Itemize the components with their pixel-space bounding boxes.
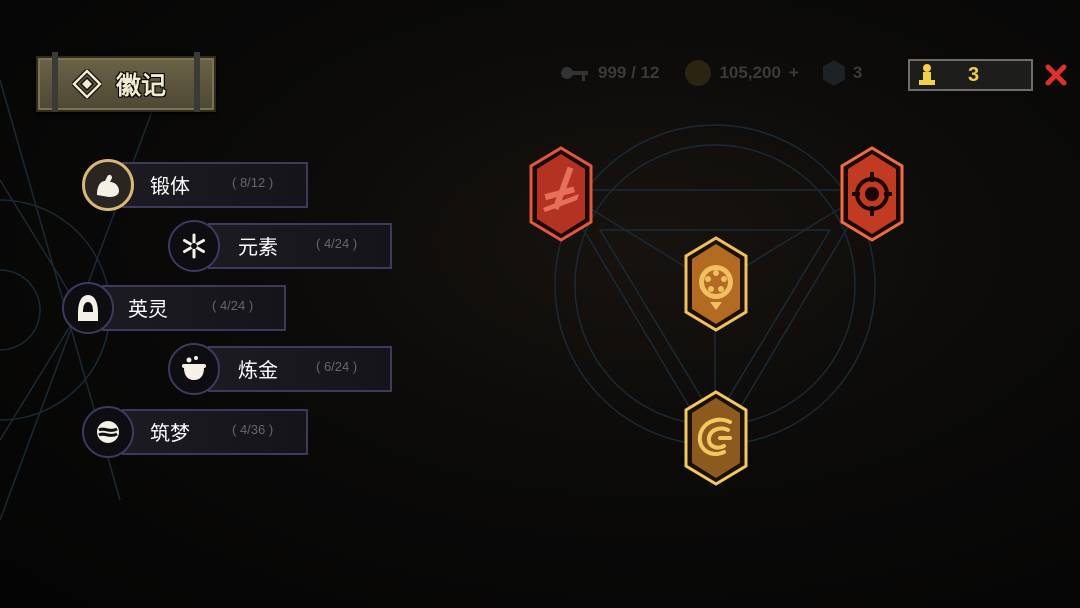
hooded-figure-icon: [78, 295, 98, 321]
category-item-alchemy[interactable]: 炼金 ( 6/24 ): [168, 343, 392, 395]
background-hud: 999 / 12 105,200 + 3: [560, 60, 862, 86]
flexed-arm-icon: [97, 174, 119, 197]
coin-icon: [685, 60, 712, 86]
badge-sword-slash[interactable]: [529, 146, 593, 242]
badge-diamond-icon: [72, 69, 102, 99]
gem-count: 3: [852, 63, 863, 82]
category-count: ( 6/24 ): [316, 359, 358, 374]
coins-count: 105,200: [719, 63, 781, 82]
gem-icon: [822, 60, 845, 86]
category-bar: [208, 223, 392, 269]
plaque-pin: [194, 52, 200, 112]
category-item-element[interactable]: 元素 ( 4/24 ): [168, 220, 392, 272]
category-icon-frame: [62, 282, 114, 334]
cauldron-icon: [182, 356, 206, 380]
category-item-forge-body[interactable]: 锻体 ( 8/12 ): [82, 159, 308, 211]
category-name: 炼金: [238, 358, 278, 382]
category-count: ( 8/12 ): [232, 175, 274, 190]
category-icon-frame: [168, 220, 220, 272]
category-name: 筑梦: [150, 421, 190, 445]
category-icon-frame: [82, 159, 134, 211]
badge-spinning-wheel[interactable]: [684, 236, 748, 332]
category-bar: [208, 346, 392, 392]
category-icon-frame: [168, 343, 220, 395]
resource-counter: 3: [908, 59, 1033, 91]
category-name: 元素: [238, 235, 278, 259]
dream-orb-icon: [97, 421, 119, 443]
resource-count: 3: [967, 63, 980, 86]
pawn-trophy-icon: [919, 64, 935, 85]
category-count: ( 4/24 ): [212, 298, 254, 313]
close-icon: [1045, 64, 1067, 86]
badge-screen: 999 / 12 105,200 + 3 徽记 3 锻体 (8/12) 元素…: [0, 0, 1080, 608]
close-button[interactable]: [1043, 62, 1069, 88]
badge-target-burst[interactable]: [840, 146, 904, 242]
category-icon-frame: [82, 406, 134, 458]
snowflake-icon: [183, 233, 205, 259]
page-title: 徽记: [116, 71, 167, 100]
keys-count: 999 / 12: [598, 63, 660, 82]
category-item-hero-spirit[interactable]: 英灵 ( 4/24 ): [62, 282, 286, 334]
category-name: 锻体: [150, 174, 190, 198]
category-name: 英灵: [128, 297, 168, 321]
title-plaque: 徽记: [36, 52, 216, 112]
add-coins-button[interactable]: +: [789, 63, 799, 83]
category-item-dream-build[interactable]: 筑梦 ( 4/36 ): [82, 406, 308, 458]
category-count: ( 4/24 ): [316, 236, 358, 251]
key-icon: [561, 67, 588, 81]
category-count: ( 4/36 ): [232, 422, 274, 437]
plaque-pin: [52, 52, 58, 112]
badge-beast-claw[interactable]: [684, 390, 748, 486]
